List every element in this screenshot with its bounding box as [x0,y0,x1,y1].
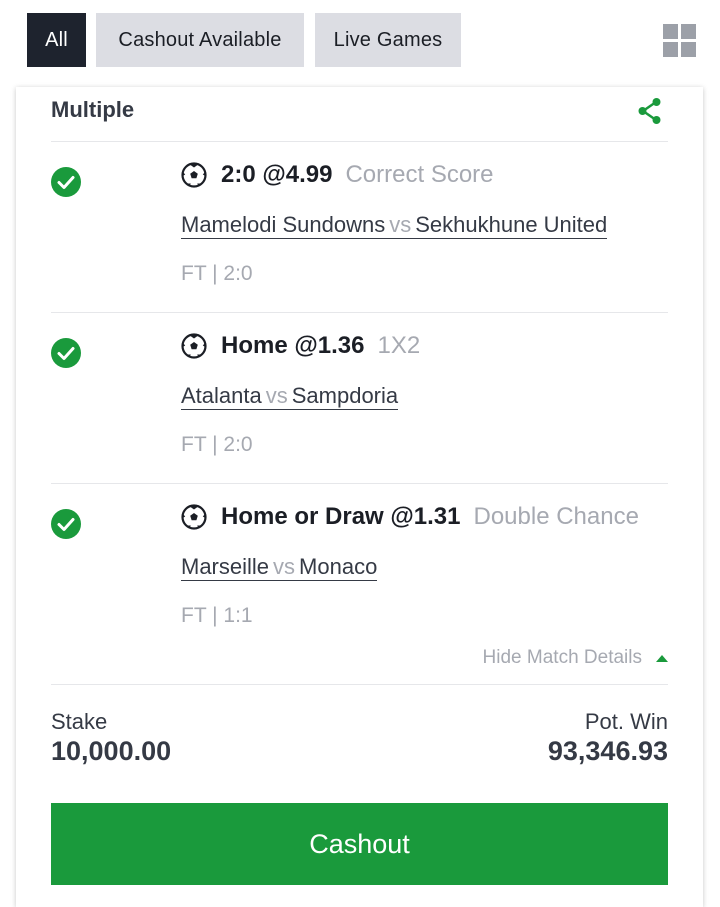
soccer-ball-icon [181,333,207,359]
selection-row: Home @1.36 1X2 Atalanta vs Sampdoria FT | … [51,312,668,484]
soccer-ball-icon [181,162,207,188]
match-result: FT | 2:0 [181,433,253,456]
market-name: Correct Score [345,161,494,188]
stake-label: Stake [51,709,108,734]
match-link[interactable]: Atalanta vs Sampdoria [181,383,399,410]
selection-row: Home or Draw @1.31 Double Chance Marseil… [51,483,668,654]
away-team: Monaco [299,554,378,579]
bet-card: Multiple 2:0 @4.99 Correct Score Mamelod… [16,87,703,907]
away-team: Sampdoria [291,383,399,408]
tab-all[interactable]: All [27,13,86,67]
home-team: Mamelodi Sundowns [181,212,386,237]
check-circle-icon [51,338,81,368]
pick-line: Home @1.36 1X2 [181,332,420,360]
bet-type-title: Multiple [51,97,135,122]
selection-details: Home or Draw @1.31 Double Chance Marseil… [181,483,668,654]
grid-cell [681,42,696,57]
cashout-button[interactable]: Cashout [51,803,668,885]
hide-match-details-label: Hide Match Details [482,647,642,668]
pot-win-value: 93,346.93 [547,736,668,766]
pick-odds: Home @1.36 [221,332,365,359]
grid-cell [681,24,696,39]
check-circle-icon [51,509,81,539]
hide-match-details-toggle[interactable]: Hide Match Details [483,647,668,669]
home-team: Atalanta [181,383,262,408]
match-result: FT | 2:0 [181,262,253,285]
pot-win-label: Pot. Win [584,709,668,734]
card-header: Multiple [51,87,668,142]
pick-odds: Home or Draw @1.31 [221,503,461,530]
selection-details: 2:0 @4.99 Correct Score Mamelodi Sundown… [181,141,668,312]
divider [51,684,668,685]
match-link[interactable]: Marseille vs Monaco [181,554,378,581]
pick-line: Home or Draw @1.31 Double Chance [181,503,639,531]
share-icon[interactable] [636,97,664,125]
grid-view-icon[interactable] [663,24,696,57]
market-name: 1X2 [377,332,421,359]
stake-value: 10,000.00 [51,736,172,766]
soccer-ball-icon [181,504,207,530]
vs-separator: vs [273,554,296,579]
triangle-up-icon [656,654,668,662]
vs-separator: vs [389,212,412,237]
market-name: Double Chance [473,503,639,530]
home-team: Marseille [181,554,270,579]
match-result: FT | 1:1 [181,604,253,627]
tab-live-games[interactable]: Live Games [315,13,461,67]
pick-line: 2:0 @4.99 Correct Score [181,161,494,189]
selection-row: 2:0 @4.99 Correct Score Mamelodi Sundown… [51,141,668,313]
away-team: Sekhukhune United [415,212,608,237]
tab-cashout-available[interactable]: Cashout Available [96,13,304,67]
bet-filter-tabs: All Cashout Available Live Games [27,13,696,67]
match-link[interactable]: Mamelodi Sundowns vs Sekhukhune United [181,212,608,239]
grid-cell [663,42,678,57]
vs-separator: vs [265,383,288,408]
check-circle-icon [51,167,81,197]
selection-details: Home @1.36 1X2 Atalanta vs Sampdoria FT | … [181,312,668,483]
pick-odds: 2:0 @4.99 [221,161,333,188]
grid-cell [663,24,678,39]
